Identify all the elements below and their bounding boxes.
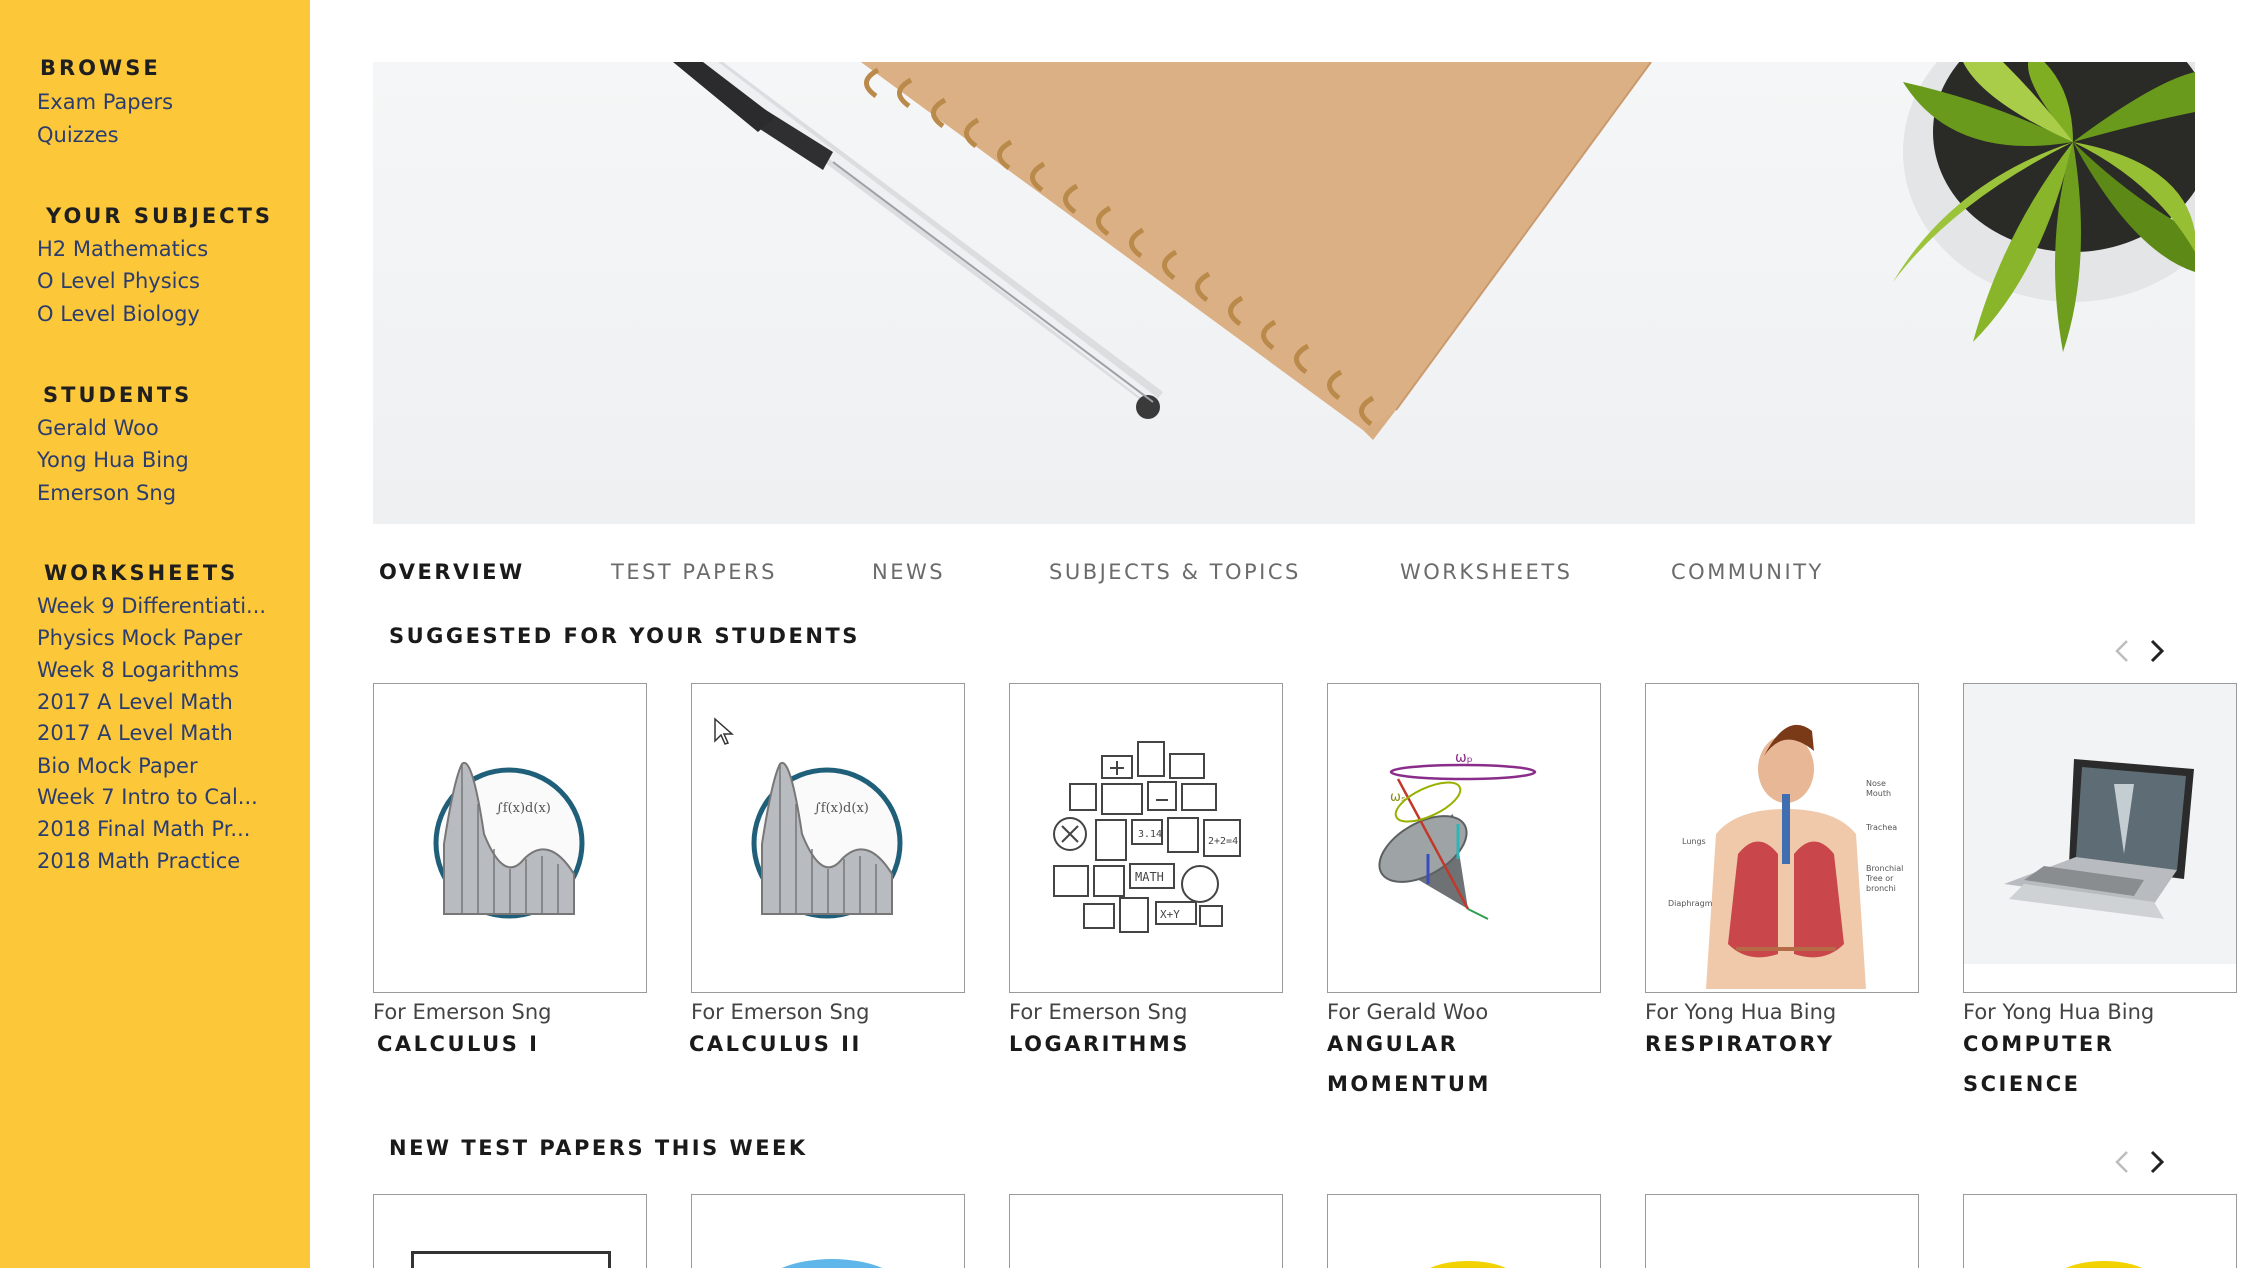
sidebar-item-worksheet[interactable]: Week 7 Intro to Cal... [37,785,258,809]
sidebar-item-worksheet[interactable]: 2017 A Level Math [37,721,233,745]
svg-text:3.14: 3.14 [1138,829,1162,840]
card-thumbnail[interactable]: 2+2=4 3.14 MATH X+Y [1009,683,1283,993]
svg-text:Diaphragm: Diaphragm [1668,899,1713,908]
sidebar-item-worksheet[interactable]: 2018 Final Math Pr... [37,817,250,841]
card-title[interactable]: ANGULAR MOMENTUM [1327,1024,1577,1104]
card-thumbnail[interactable] [1963,683,2237,993]
sidebar: BROWSE Exam Papers Quizzes YOUR SUBJECTS… [0,0,310,1268]
sidebar-item-worksheet[interactable]: Physics Mock Paper [37,626,242,650]
svg-text:ωₚ: ωₚ [1455,750,1473,766]
laptop-icon [1964,684,2236,964]
carousel-next-arrow-icon[interactable] [2141,636,2171,666]
sidebar-item-emerson-sng[interactable]: Emerson Sng [37,481,176,505]
svg-text:∫f(x)d(x): ∫f(x)d(x) [496,801,551,816]
paper-thumbnail-frame [411,1251,611,1268]
sidebar-item-exam-papers[interactable]: Exam Papers [37,90,173,114]
sidebar-item-h2-mathematics[interactable]: H2 Mathematics [37,237,208,261]
sidebar-worksheets-heading: WORKSHEETS [44,561,239,585]
test-paper-card[interactable] [691,1194,965,1268]
card-student: For Yong Hua Bing [1963,1000,2155,1024]
paper-thumbnail-blob [762,1259,902,1268]
paper-thumbnail-blob [1418,1261,1518,1268]
sidebar-item-worksheet[interactable]: Week 9 Differentiati... [37,594,266,618]
test-paper-card[interactable] [373,1194,647,1268]
sidebar-browse-heading: BROWSE [40,56,161,80]
hero-banner-image [373,62,2195,524]
card-thumbnail[interactable]: Nose Mouth Trachea Lungs Bronchial Tree … [1645,683,1919,993]
sidebar-item-worksheet[interactable]: Week 8 Logarithms [37,658,239,682]
calculus-integral-icon: ∫f(x)d(x) [433,761,585,919]
sidebar-item-worksheet[interactable]: 2018 Math Practice [37,849,240,873]
card-student: For Yong Hua Bing [1645,1000,1837,1024]
carousel-prev-arrow-icon[interactable] [2108,1147,2138,1177]
tab-overview[interactable]: OVERVIEW [379,560,525,584]
paper-thumbnail-blob [2054,1261,2154,1268]
sidebar-item-gerald-woo[interactable]: Gerald Woo [37,416,159,440]
carousel-next-arrow-icon[interactable] [2141,1147,2171,1177]
svg-text:Bronchial: Bronchial [1866,864,1903,873]
sidebar-item-o-level-physics[interactable]: O Level Physics [37,269,200,293]
sidebar-students-heading: STUDENTS [43,383,193,407]
carousel-prev-arrow-icon[interactable] [2108,636,2138,666]
card-title[interactable]: CALCULUS I [377,1024,651,1064]
card-student: For Emerson Sng [1009,1000,1188,1024]
card-student: For Emerson Sng [691,1000,870,1024]
card-title[interactable]: CALCULUS II [689,1024,963,1064]
tab-test-papers[interactable]: TEST PAPERS [611,560,777,584]
svg-text:MATH: MATH [1135,870,1164,884]
sidebar-item-o-level-biology[interactable]: O Level Biology [37,302,200,326]
svg-text:bronchi: bronchi [1866,884,1896,893]
svg-text:X+Y: X+Y [1160,908,1180,921]
tab-community[interactable]: COMMUNITY [1671,560,1824,584]
test-paper-card[interactable] [1327,1194,1601,1268]
sidebar-item-worksheet[interactable]: Bio Mock Paper [37,754,198,778]
card-student: For Emerson Sng [373,1000,552,1024]
card-title[interactable]: LOGARITHMS [1009,1024,1283,1064]
card-thumbnail[interactable]: ∫f(x)d(x) [373,683,647,993]
sidebar-item-yong-hua-bing[interactable]: Yong Hua Bing [37,448,189,472]
tab-news[interactable]: NEWS [872,560,945,584]
card-thumbnail[interactable]: ωₚ ωₛ [1327,683,1601,993]
sidebar-item-quizzes[interactable]: Quizzes [37,123,119,147]
svg-text:Mouth: Mouth [1866,789,1891,798]
svg-text:Trachea: Trachea [1865,823,1897,832]
tab-subjects-topics[interactable]: SUBJECTS & TOPICS [1049,560,1301,584]
svg-text:Nose: Nose [1866,779,1886,788]
card-student: For Gerald Woo [1327,1000,1489,1024]
svg-text:Tree or: Tree or [1865,874,1894,883]
card-title[interactable]: RESPIRATORY [1645,1024,1919,1064]
test-paper-card[interactable] [1963,1194,2237,1268]
card-title[interactable]: COMPUTER SCIENCE [1963,1024,2213,1104]
svg-text:∫f(x)d(x): ∫f(x)d(x) [814,801,869,816]
sidebar-item-worksheet[interactable]: 2017 A Level Math [37,690,233,714]
new-test-papers-section-title: NEW TEST PAPERS THIS WEEK [389,1136,808,1160]
suggested-section-title: SUGGESTED FOR YOUR STUDENTS [389,624,860,648]
lungs-diagram-icon: Nose Mouth Trachea Lungs Bronchial Tree … [1668,724,1903,989]
sidebar-subjects-heading: YOUR SUBJECTS [46,204,274,228]
svg-text:Lungs: Lungs [1682,837,1706,846]
math-symbols-collage-icon: 2+2=4 3.14 MATH X+Y [1050,741,1242,937]
desk-notebook-pen-plant-illustration [673,62,2195,440]
svg-text:2+2=4: 2+2=4 [1208,836,1238,847]
test-paper-card[interactable] [1009,1194,1283,1268]
spinning-top-icon: ωₚ ωₛ [1378,750,1537,920]
test-paper-card[interactable] [1645,1194,1919,1268]
tab-worksheets[interactable]: WORKSHEETS [1400,560,1572,584]
mouse-cursor-icon [714,717,734,745]
